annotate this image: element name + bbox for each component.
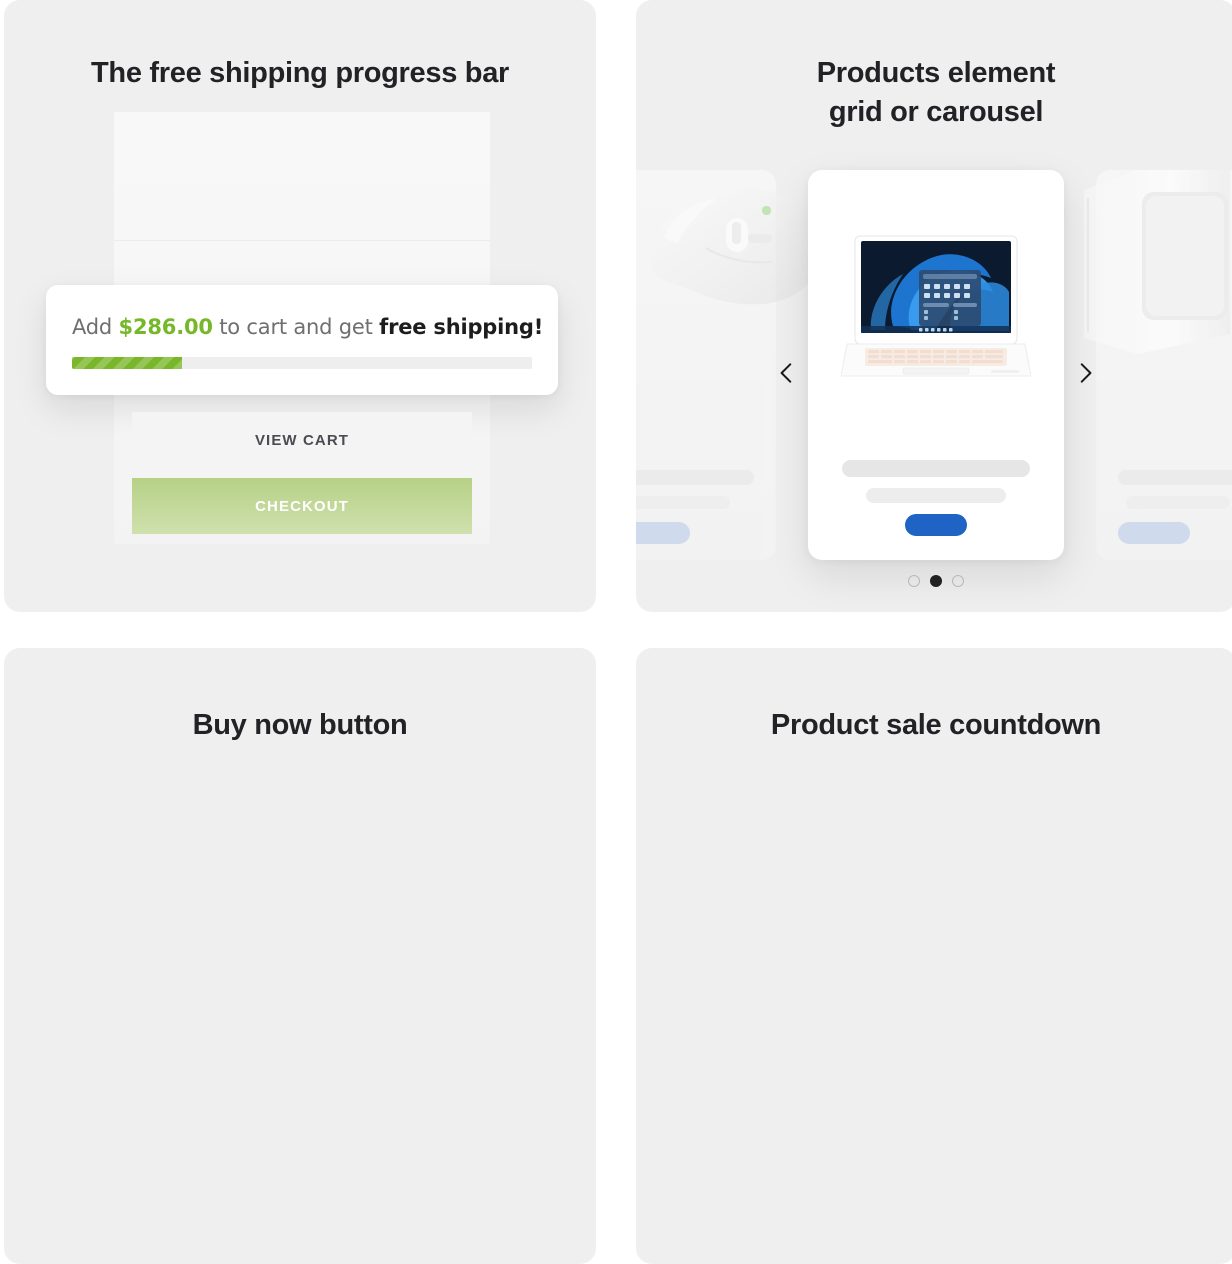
- page-title: Buy now button: [192, 709, 408, 741]
- placeholder-title-bar: [636, 470, 754, 485]
- chevron-left-icon[interactable]: [772, 356, 802, 390]
- panel-sale-countdown: Product sale countdown: [636, 648, 1232, 1264]
- page-title: Product sale countdown: [770, 709, 1102, 741]
- checkout-button[interactable]: CHECKOUT: [132, 478, 472, 534]
- placeholder-button[interactable]: [636, 522, 690, 544]
- placeholder-primary-button[interactable]: [905, 514, 967, 536]
- carousel-title-line-2: grid or carousel: [828, 96, 1044, 129]
- carousel-dot-1[interactable]: [908, 575, 920, 587]
- placeholder-button[interactable]: [1118, 522, 1190, 544]
- notice-middle: to cart and get: [212, 315, 380, 339]
- smart-speaker-image: [1066, 166, 1232, 366]
- progress-bar-fill: [72, 357, 183, 369]
- mock-divider: [114, 240, 490, 241]
- free-shipping-notice-card: Add $286.00 to cart and get free shippin…: [46, 285, 558, 395]
- carousel-title-line-1: Products element: [816, 57, 1056, 89]
- placeholder-title-bar: [842, 460, 1030, 477]
- notice-lead: Add: [72, 315, 119, 339]
- panel-products-carousel: Products element grid or carousel: [636, 0, 1232, 612]
- free-shipping-message: Add $286.00 to cart and get free shippin…: [72, 315, 543, 339]
- placeholder-title-bar: [1118, 470, 1232, 485]
- chevron-right-icon[interactable]: [1070, 356, 1100, 390]
- placeholder-subtitle-bar: [636, 496, 730, 509]
- page-title: The free shipping progress bar: [90, 57, 510, 89]
- notice-amount: $286.00: [118, 315, 213, 339]
- page-title: Products element grid or carousel: [636, 0, 1232, 132]
- laptop-product-image: [840, 230, 1032, 405]
- carousel-stage: [636, 160, 1232, 612]
- free-shipping-progress-bar: [72, 357, 532, 369]
- placeholder-subtitle-bar: [1126, 496, 1230, 509]
- carousel-dot-3[interactable]: [952, 575, 964, 587]
- computer-mouse-image: [644, 178, 824, 326]
- notice-strong: free shipping!: [379, 315, 544, 339]
- feature-grid: The free shipping progress bar Add $286.…: [0, 0, 1232, 1264]
- placeholder-subtitle-bar: [866, 488, 1006, 503]
- panel-free-shipping: The free shipping progress bar Add $286.…: [4, 0, 596, 612]
- panel-buy-now-button: Buy now button Hurry and get discounts o…: [4, 648, 596, 1264]
- carousel-pagination-dots[interactable]: [636, 575, 1232, 587]
- carousel-card-active[interactable]: [808, 170, 1064, 560]
- view-cart-button[interactable]: VIEW CART: [132, 412, 472, 468]
- carousel-dot-2[interactable]: [930, 575, 942, 587]
